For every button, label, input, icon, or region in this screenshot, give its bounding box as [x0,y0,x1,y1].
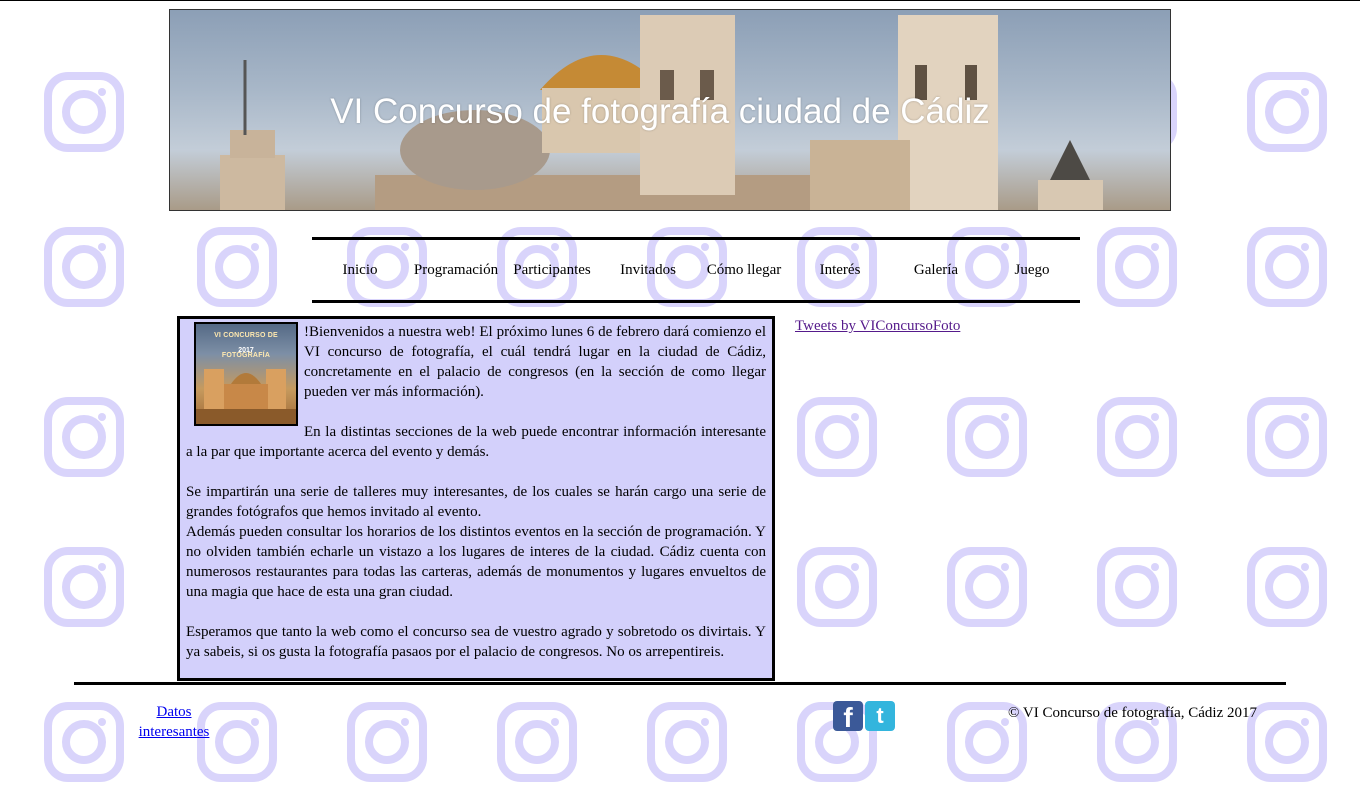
nav-item-invitados[interactable]: Invitados [600,240,696,300]
camera-watermark-icon [42,545,126,629]
copyright-text: © VI Concurso de fotografía, Cádiz 2017 [1008,705,1257,721]
nav-item-como-llegar[interactable]: Cómo llegar [696,240,792,300]
camera-watermark-icon [1245,700,1329,784]
camera-watermark-icon [42,395,126,479]
camera-watermark-icon [1095,545,1179,629]
nav-item-galeria[interactable]: Galería [888,240,984,300]
camera-watermark-icon [795,545,879,629]
camera-watermark-icon [945,395,1029,479]
facebook-icon[interactable]: f [833,701,863,733]
social-links: f t [833,701,895,733]
camera-watermark-icon [345,700,429,784]
camera-watermark-icon [42,700,126,784]
header-banner: VI Concurso de fotografía ciudad de Cádi… [169,9,1171,211]
camera-watermark-icon [1095,395,1179,479]
welcome-content: VI CONCURSO DE FOTOGRAFÍA 2017 !Bienveni… [177,316,775,681]
main-nav: Inicio Programación Participantes Invita… [312,237,1080,303]
schedule-paragraph: Además pueden consultar los horarios de … [186,524,766,600]
camera-watermark-icon [1245,70,1329,154]
nav-item-inicio[interactable]: Inicio [312,240,408,300]
nav-item-interes[interactable]: Interés [792,240,888,300]
nav-item-programacion[interactable]: Programación [408,240,504,300]
nav-item-participantes[interactable]: Participantes [504,240,600,300]
sections-paragraph: En la distintas secciones de la web pued… [186,424,766,460]
twitter-timeline-link[interactable]: Tweets by VIConcursoFoto [795,318,960,335]
camera-watermark-icon [1095,225,1179,309]
page-title: VI Concurso de fotografía ciudad de Cádi… [330,92,990,131]
camera-watermark-icon [195,225,279,309]
workshops-paragraph: Se impartirán una serie de talleres muy … [186,484,766,520]
closing-paragraph: Esperamos que tanto la web como el concu… [186,624,766,660]
camera-watermark-icon [1245,545,1329,629]
top-border [0,0,1360,1]
camera-watermark-icon [495,700,579,784]
contest-thumbnail: VI CONCURSO DE FOTOGRAFÍA 2017 [194,322,298,426]
camera-watermark-icon [645,700,729,784]
twitter-icon[interactable]: t [865,701,895,731]
camera-watermark-icon [42,225,126,309]
camera-watermark-icon [945,545,1029,629]
datos-interesantes-link[interactable]: Datos interesantes [128,702,220,742]
camera-watermark-icon [42,70,126,154]
footer-divider [74,682,1286,685]
camera-watermark-icon [1245,225,1329,309]
camera-watermark-icon [1245,395,1329,479]
camera-watermark-icon [795,395,879,479]
nav-item-juego[interactable]: Juego [984,240,1080,300]
